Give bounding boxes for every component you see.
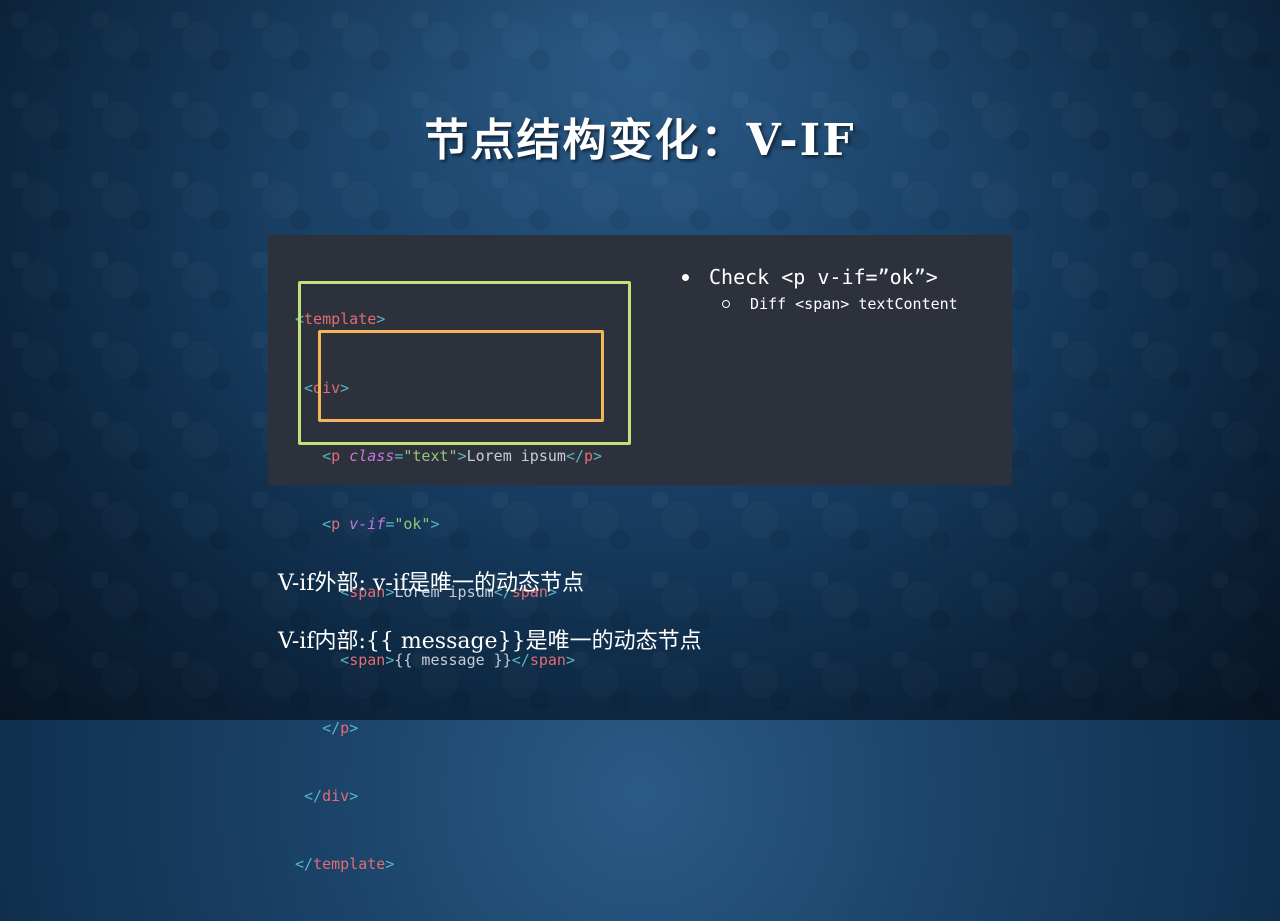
- code-line: <p v-if="ok">: [322, 514, 440, 533]
- code-screenshot: <template> <div> <p class="text">Lorem i…: [268, 235, 1012, 873]
- note-bullet-1: Check <p v-if=”ok”>: [680, 265, 958, 289]
- body-line-1: V-if外部: v-if是唯一的动态节点: [278, 571, 584, 596]
- bullet-dot-icon: [682, 273, 689, 281]
- code-line: </div>: [304, 787, 359, 806]
- code-line: </template>: [295, 855, 395, 874]
- code-line: <p class="text">Lorem ipsum</p>: [322, 446, 603, 465]
- bullet-circle-icon: [722, 300, 730, 308]
- slide-title: 节点结构变化：V-IF: [0, 104, 1280, 168]
- body-line-2: V-if内部:{{ message}}是唯一的动态节点: [278, 629, 702, 654]
- slide-title-cn: 节点结构变化：: [424, 115, 747, 166]
- code-line: </p>: [322, 718, 359, 737]
- v-if-block-highlight: [318, 330, 604, 422]
- note-bullet-2: Diff <span> textContent: [722, 295, 958, 313]
- notes: Check <p v-if=”ok”> Diff <span> textCont…: [680, 265, 958, 313]
- slide-title-en: V-IF: [746, 115, 856, 166]
